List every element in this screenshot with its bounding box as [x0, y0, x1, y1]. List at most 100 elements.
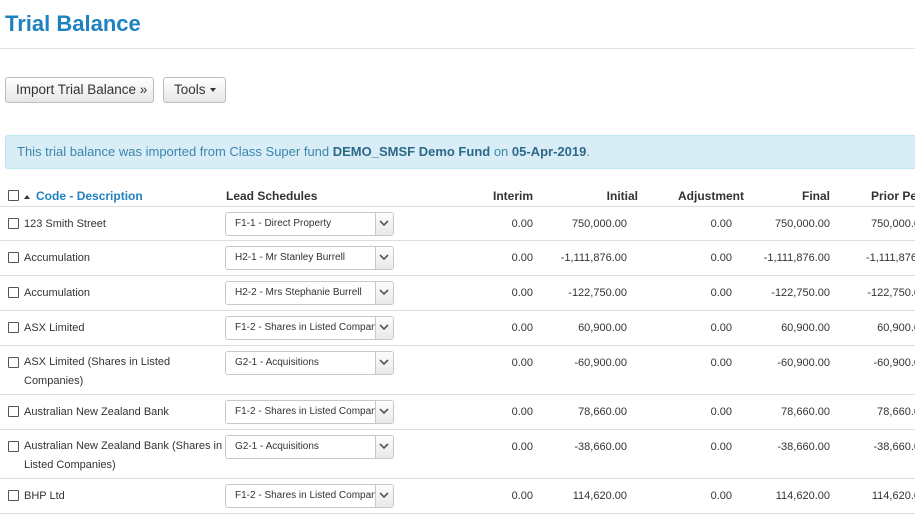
table-row: ASX Limited F1-2 - Shares in Listed Comp… [0, 310, 915, 345]
sort-code-description-header[interactable]: Code - Description [24, 189, 143, 203]
lead-schedule-select[interactable]: F1-1 - Direct Property [225, 212, 394, 236]
chevron-down-icon [379, 408, 389, 415]
row-description: Accumulation [24, 252, 91, 264]
table-header: Code - Description Lead Schedules Interi… [0, 186, 915, 206]
table-row: ASX Limited (Shares in Listed Companies)… [0, 345, 915, 394]
adjustment-value: 0.00 [710, 441, 732, 453]
lead-schedule-select[interactable]: H2-2 - Mrs Stephanie Burrell [225, 281, 394, 305]
page-title: Trial Balance [5, 11, 141, 36]
select-arrow-button[interactable] [375, 317, 393, 339]
row-description: Australian New Zealand Bank [24, 406, 169, 418]
lead-schedule-select[interactable]: F1-2 - Shares in Listed Companies [225, 400, 394, 424]
table-row: BHP Ltd F1-2 - Shares in Listed Companie… [0, 478, 915, 514]
interim-value: 0.00 [511, 441, 533, 453]
interim-value: 0.00 [511, 357, 533, 369]
prior-period-value: 60,900.0 [877, 322, 915, 334]
row-checkbox[interactable] [8, 218, 19, 229]
interim-value: 0.00 [511, 322, 533, 334]
lead-schedule-value: F1-2 - Shares in Listed Companies [235, 490, 375, 501]
lead-schedule-select[interactable]: G2-1 - Acquisitions [225, 351, 394, 375]
chevron-down-icon [379, 289, 389, 296]
adjustment-value: 0.00 [710, 252, 732, 264]
adjustment-value: 0.00 [710, 406, 732, 418]
initial-value: 60,900.00 [578, 322, 627, 334]
code-header-link[interactable]: Code [36, 189, 66, 203]
select-arrow-button[interactable] [375, 247, 393, 269]
initial-value: -38,660.00 [574, 441, 627, 453]
select-arrow-button[interactable] [375, 401, 393, 423]
chevron-down-icon [379, 254, 389, 261]
row-description: BHP Ltd [24, 490, 65, 502]
prior-period-value: -122,750.0 [867, 287, 915, 299]
adjustment-header: Adjustment [678, 189, 744, 203]
tools-dropdown-button[interactable]: Tools [163, 77, 226, 103]
interim-value: 0.00 [511, 406, 533, 418]
row-description: Accumulation [24, 287, 91, 299]
chevron-down-icon [379, 324, 389, 331]
select-arrow-button[interactable] [375, 352, 393, 374]
row-checkbox[interactable] [8, 441, 19, 452]
adjustment-value: 0.00 [710, 322, 732, 334]
adjustment-value: 0.00 [710, 218, 732, 230]
lead-schedule-value: H2-1 - Mr Stanley Burrell [235, 252, 346, 263]
caret-down-icon [209, 88, 216, 93]
lead-schedules-header: Lead Schedules [226, 189, 318, 203]
description-header-link[interactable]: Description [77, 189, 143, 203]
initial-value: 750,000.00 [571, 218, 627, 230]
row-checkbox[interactable] [8, 287, 19, 298]
row-description: Australian New Zealand Bank (Shares in L… [24, 440, 223, 471]
table-row: Australian New Zealand Bank F1-2 - Share… [0, 394, 915, 429]
prior-period-value: 750,000.0 [871, 218, 915, 230]
table-row: Accumulation H2-2 - Mrs Stephanie Burrel… [0, 275, 915, 310]
lead-schedule-select[interactable]: F1-2 - Shares in Listed Companies [225, 484, 394, 508]
alert-text-middle: on [490, 144, 512, 159]
select-arrow-button[interactable] [375, 213, 393, 235]
row-description: 123 Smith Street [24, 218, 106, 230]
row-description: ASX Limited [24, 322, 85, 334]
prior-period-value: -38,660.0 [873, 441, 915, 453]
table-row: Accumulation H2-1 - Mr Stanley Burrell 0… [0, 240, 915, 275]
alert-text-suffix: . [586, 144, 590, 159]
prior-period-header: Prior Pe [871, 189, 915, 203]
select-arrow-button[interactable] [375, 436, 393, 458]
row-checkbox[interactable] [8, 406, 19, 417]
sort-ascending-icon [24, 194, 30, 199]
row-checkbox[interactable] [8, 357, 19, 368]
select-all-checkbox[interactable] [8, 190, 19, 201]
prior-period-value: -60,900.0 [873, 357, 915, 369]
adjustment-value: 0.00 [710, 357, 732, 369]
initial-value: -122,750.00 [568, 287, 627, 299]
interim-value: 0.00 [511, 490, 533, 502]
table-row: 123 Smith Street F1-1 - Direct Property … [0, 206, 915, 240]
row-description: ASX Limited (Shares in Listed Companies) [24, 356, 171, 387]
prior-period-value: -1,111,876. [865, 252, 915, 264]
select-arrow-button[interactable] [375, 282, 393, 304]
initial-header: Initial [606, 189, 638, 203]
title-divider [0, 48, 915, 49]
alert-fund-name: DEMO_SMSF Demo Fund [332, 144, 491, 159]
row-checkbox[interactable] [8, 490, 19, 501]
alert-import-date: 05-Apr-2019 [511, 144, 587, 159]
chevron-down-icon [379, 492, 389, 499]
interim-header: Interim [492, 189, 533, 203]
select-arrow-button[interactable] [375, 485, 393, 507]
lead-schedule-value: H2-2 - Mrs Stephanie Burrell [235, 287, 362, 298]
row-checkbox[interactable] [8, 252, 19, 263]
lead-schedule-value: F1-1 - Direct Property [235, 218, 332, 229]
adjustment-value: 0.00 [710, 287, 732, 299]
import-info-alert: This trial balance was imported from Cla… [5, 135, 915, 169]
tools-label: Tools [174, 82, 206, 97]
initial-value: 78,660.00 [578, 406, 627, 418]
lead-schedule-select[interactable]: F1-2 - Shares in Listed Companies [225, 316, 394, 340]
lead-schedule-select[interactable]: H2-1 - Mr Stanley Burrell [225, 246, 394, 270]
trial-balance-rows: 123 Smith Street F1-1 - Direct Property … [0, 206, 915, 514]
chevron-down-icon [379, 443, 389, 450]
prior-period-value: 114,620.0 [871, 490, 915, 502]
import-trial-balance-label: Import Trial Balance » [16, 82, 148, 97]
chevron-down-icon [379, 359, 389, 366]
import-trial-balance-button[interactable]: Import Trial Balance » [5, 77, 154, 103]
row-checkbox[interactable] [8, 322, 19, 333]
lead-schedule-value: F1-2 - Shares in Listed Companies [235, 322, 375, 333]
lead-schedule-select[interactable]: G2-1 - Acquisitions [225, 435, 394, 459]
lead-schedule-value: G2-1 - Acquisitions [235, 357, 319, 368]
